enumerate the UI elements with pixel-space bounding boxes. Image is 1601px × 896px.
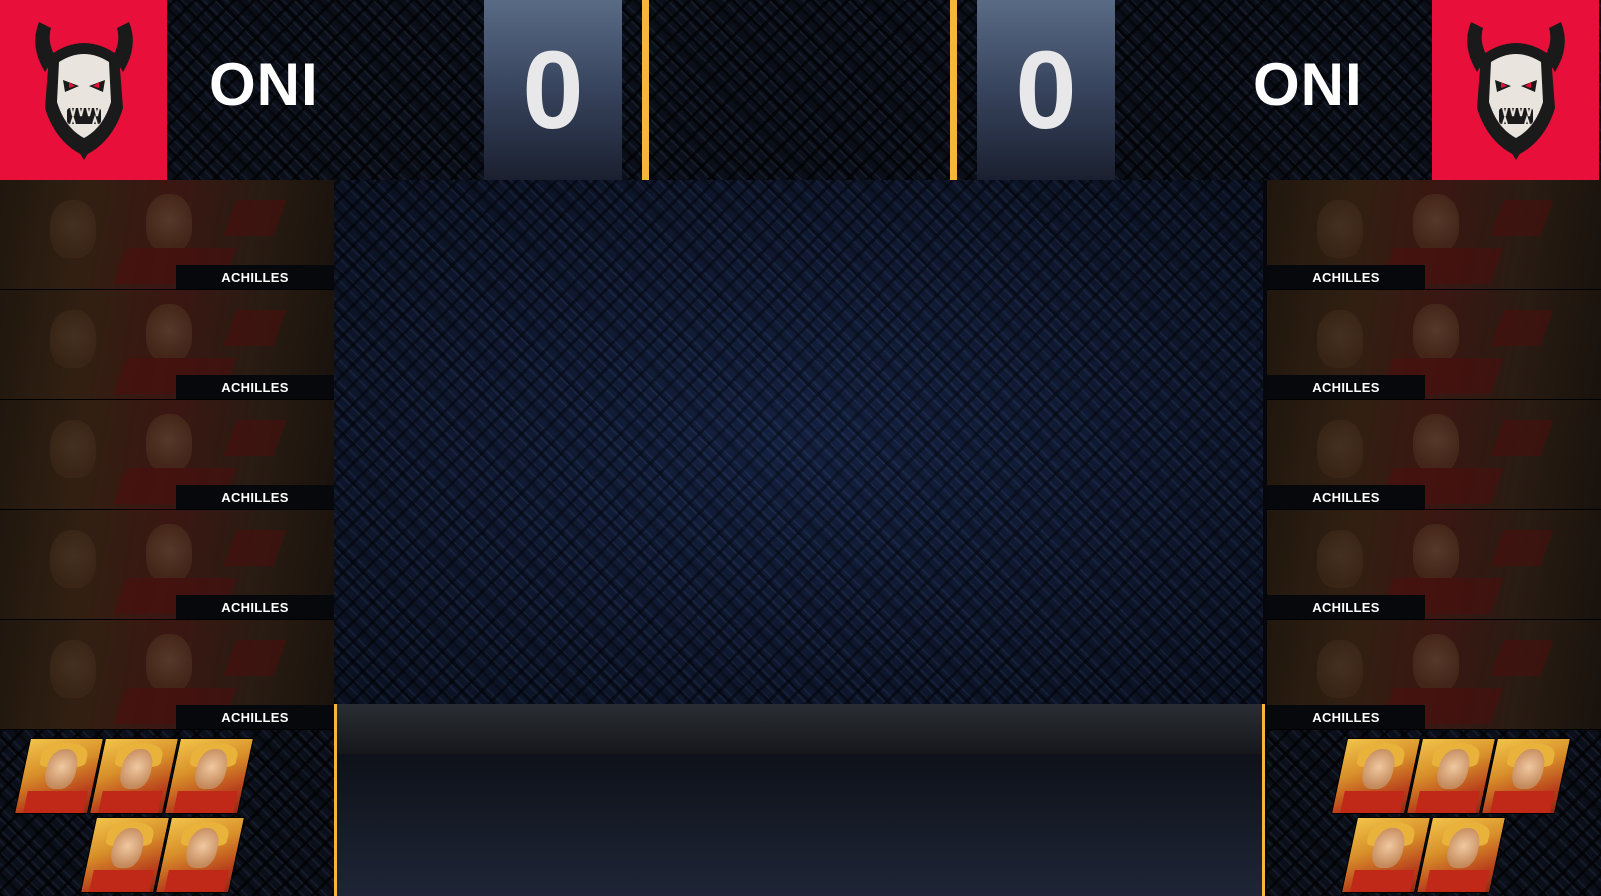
pick-slot: ACHILLES <box>1267 400 1601 510</box>
right-pick-list: ACHILLES ACHILLES ACHILLES ACHILLES ACHI… <box>1267 180 1601 730</box>
pick-champion-name: ACHILLES <box>1267 265 1425 289</box>
bottom-left-divider <box>334 704 337 896</box>
center-stage-panel <box>334 180 1263 704</box>
left-ban-list <box>0 730 334 896</box>
achilles-portrait-icon <box>1415 817 1507 893</box>
pick-slot: ACHILLES <box>0 180 334 290</box>
right-team-logo <box>1432 0 1599 180</box>
achilles-portrait-icon <box>154 817 246 893</box>
bottom-info-panel <box>334 704 1263 896</box>
left-team-logo <box>0 0 167 180</box>
scoreboard-header: ONI 0 0 ONI <box>0 0 1601 180</box>
pick-champion-name: ACHILLES <box>1267 595 1425 619</box>
pick-champion-name: ACHILLES <box>176 595 334 619</box>
left-divider <box>642 0 649 180</box>
pick-slot: ACHILLES <box>1267 510 1601 620</box>
right-team-score: 0 <box>977 0 1115 180</box>
pick-slot: ACHILLES <box>1267 620 1601 730</box>
bottom-right-divider <box>1262 704 1265 896</box>
achilles-portrait-icon <box>1480 738 1572 814</box>
left-pick-list: ACHILLES ACHILLES ACHILLES ACHILLES ACHI… <box>0 180 334 730</box>
bottom-title-strip <box>334 704 1263 754</box>
pick-slot: ACHILLES <box>0 510 334 620</box>
left-team-score: 0 <box>484 0 622 180</box>
right-ban-list <box>1267 730 1601 896</box>
pick-champion-name: ACHILLES <box>176 265 334 289</box>
right-divider <box>950 0 957 180</box>
left-team-name: ONI <box>209 51 319 118</box>
pick-slot: ACHILLES <box>0 400 334 510</box>
bottom-content-area <box>334 754 1263 896</box>
pick-slot: ACHILLES <box>0 290 334 400</box>
pick-slot: ACHILLES <box>1267 290 1601 400</box>
pick-champion-name: ACHILLES <box>1267 705 1425 729</box>
pick-champion-name: ACHILLES <box>176 705 334 729</box>
pick-champion-name: ACHILLES <box>1267 375 1425 399</box>
pick-champion-name: ACHILLES <box>176 485 334 509</box>
achilles-portrait-icon <box>163 738 255 814</box>
right-team-name: ONI <box>1253 51 1363 118</box>
pick-slot: ACHILLES <box>1267 180 1601 290</box>
oni-mask-icon <box>34 22 133 160</box>
oni-mask-icon <box>1466 22 1565 160</box>
pick-champion-name: ACHILLES <box>176 375 334 399</box>
pick-champion-name: ACHILLES <box>1267 485 1425 509</box>
pick-slot: ACHILLES <box>0 620 334 730</box>
